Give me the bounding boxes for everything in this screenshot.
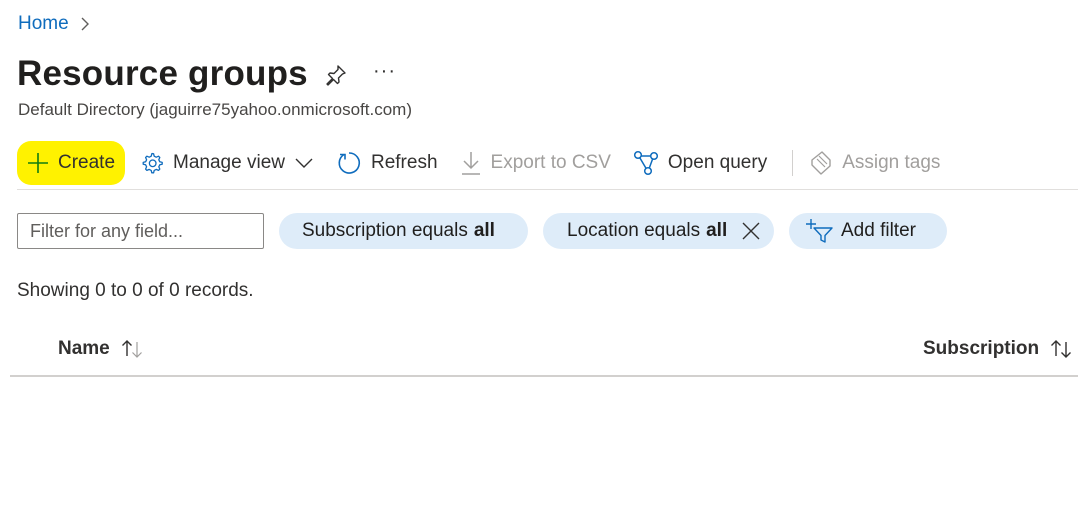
query-graph-icon	[633, 150, 658, 176]
breadcrumb: Home	[18, 13, 91, 35]
refresh-button[interactable]: Refresh	[325, 141, 449, 185]
subscription-filter-pill[interactable]: Subscription equals all	[279, 213, 528, 249]
column-header-subscription[interactable]: Subscription	[923, 338, 1075, 360]
plus-icon	[28, 153, 48, 173]
open-query-button[interactable]: Open query	[622, 141, 778, 185]
export-csv-label: Export to CSV	[490, 152, 611, 173]
create-button[interactable]: Create	[17, 141, 126, 185]
export-csv-button[interactable]: Export to CSV	[449, 141, 622, 185]
sort-icon	[1051, 340, 1072, 358]
manage-view-button[interactable]: Manage view	[129, 141, 325, 185]
sort-ascending-icon	[121, 340, 142, 358]
filter-input[interactable]	[17, 213, 264, 249]
add-filter-button[interactable]: Add filter	[789, 213, 947, 249]
toolbar-divider	[792, 150, 794, 176]
download-icon	[461, 152, 480, 175]
add-filter-label: Add filter	[841, 220, 916, 241]
more-options-icon[interactable]: ···	[373, 60, 396, 83]
page-subtitle: Default Directory (jaguirre75yahoo.onmic…	[18, 100, 412, 119]
chevron-right-icon	[81, 17, 89, 31]
tag-icon	[811, 151, 831, 175]
assign-tags-label: Assign tags	[842, 152, 941, 173]
table-header-divider	[10, 375, 1078, 377]
chevron-down-icon	[295, 158, 313, 168]
column-header-name-label: Name	[58, 338, 110, 359]
location-filter-pill[interactable]: Location equals all	[543, 213, 774, 249]
location-filter-value: all	[706, 220, 728, 241]
close-icon[interactable]	[742, 222, 760, 240]
pin-icon[interactable]	[324, 63, 348, 87]
manage-view-label: Manage view	[173, 152, 285, 173]
breadcrumb-home-link[interactable]: Home	[18, 13, 69, 35]
open-query-label: Open query	[667, 152, 768, 173]
column-header-name[interactable]: Name	[58, 338, 146, 360]
subscription-filter-prefix: Subscription equals	[302, 220, 468, 241]
gear-icon	[142, 152, 163, 174]
column-header-subscription-label: Subscription	[923, 338, 1040, 359]
subscription-filter-value: all	[473, 220, 495, 241]
assign-tags-button[interactable]: Assign tags	[809, 141, 951, 185]
location-filter-prefix: Location equals	[567, 220, 701, 241]
toolbar-divider-line	[17, 189, 1078, 190]
add-filter-icon	[806, 219, 833, 243]
refresh-icon	[338, 152, 361, 174]
command-bar: Create Manage view Refresh Export to CSV	[17, 140, 951, 186]
records-count: Showing 0 to 0 of 0 records.	[17, 280, 254, 301]
create-label: Create	[58, 152, 116, 173]
refresh-label: Refresh	[370, 152, 438, 173]
page-title: Resource groups	[17, 54, 308, 93]
